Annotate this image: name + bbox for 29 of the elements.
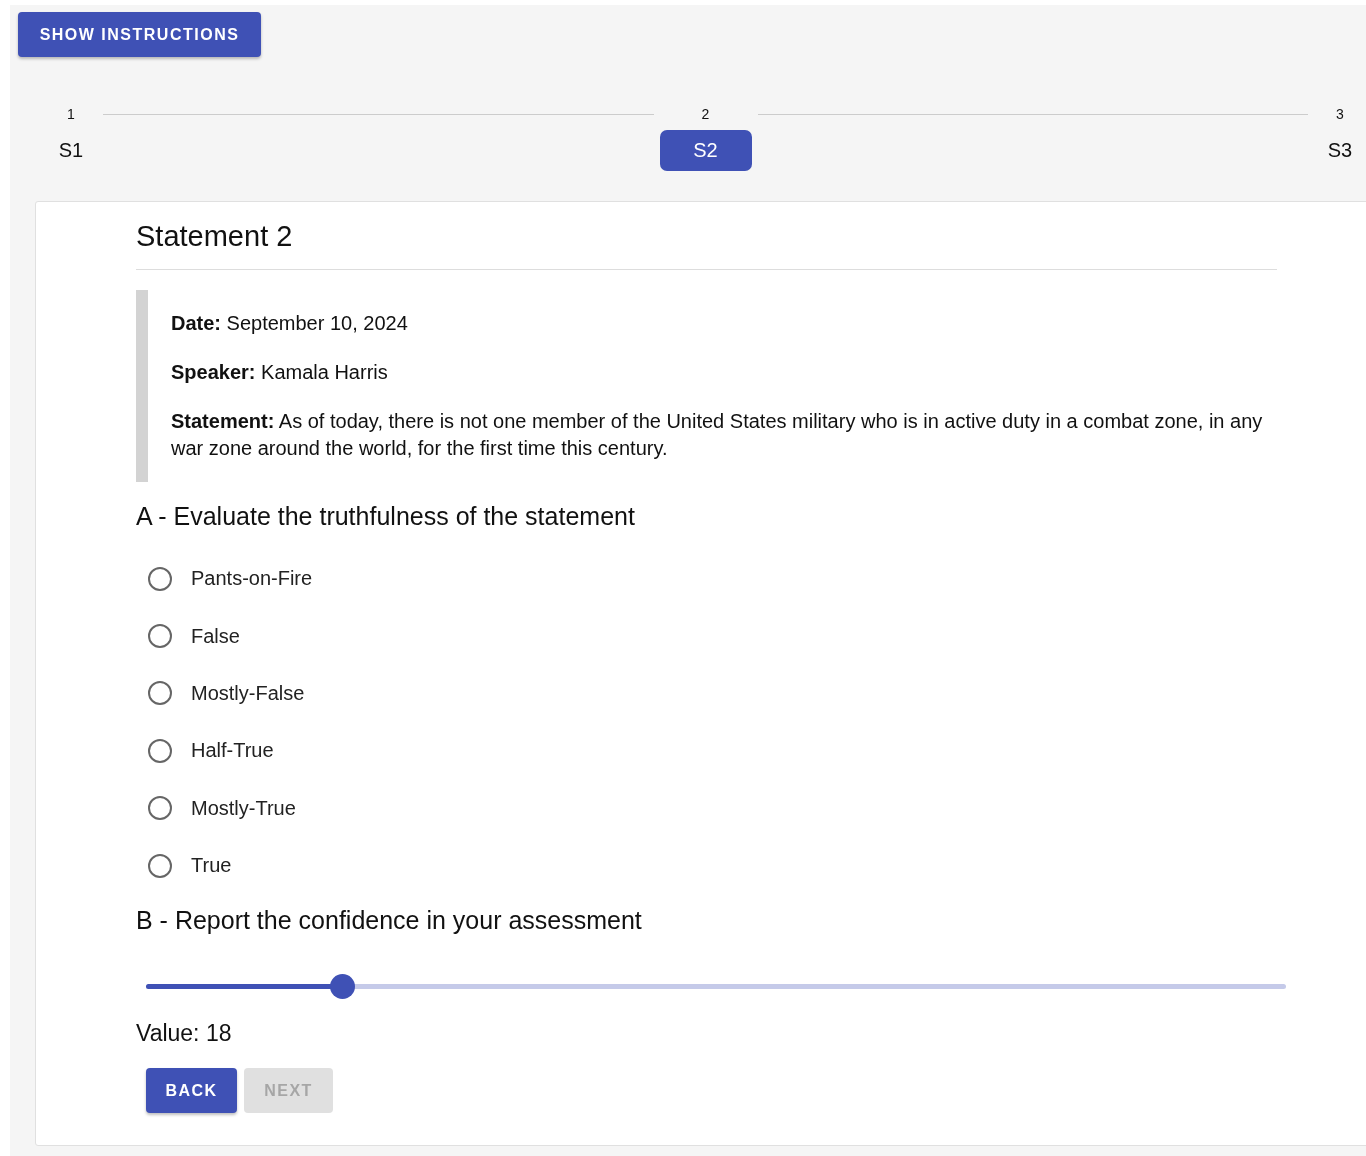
option-label: Mostly-True [191, 796, 296, 820]
step-number: 2 [701, 105, 710, 124]
value-text: Value: 18 [136, 1019, 233, 1049]
back-button[interactable]: BACK [146, 1068, 237, 1114]
question-title: A - Evaluate the truthfulness of the statement [136, 501, 636, 532]
show-instructions-button[interactable]: SHOW INSTRUCTIONS [18, 12, 261, 57]
statement-detail: Date: September 10, 2024 [171, 311, 409, 336]
radio-button[interactable] [148, 738, 172, 763]
step-tab[interactable]: S3 [1319, 130, 1361, 171]
radio-button[interactable] [148, 681, 172, 706]
slider-thumb[interactable] [330, 973, 356, 999]
step-tab[interactable]: S2 [659, 130, 752, 171]
option-label: False [191, 624, 240, 648]
option-label: True [191, 854, 232, 878]
step-tab[interactable]: S1 [50, 130, 92, 171]
radio-button[interactable] [148, 624, 172, 649]
option-label: Mostly-False [191, 681, 305, 705]
radio-button[interactable] [148, 853, 172, 878]
radio-button[interactable] [148, 796, 172, 821]
statement-title: Statement 2 [136, 219, 294, 254]
statement-detail: Statement: As of today, there is not one member of the United States military who is in active duty in a combat zone, in any war zone around the world, for the first time this century. [171, 409, 1264, 461]
question-title: B - Report the confidence in your assessment [136, 905, 643, 937]
step-number: 1 [67, 105, 75, 124]
option-label: Pants-on-Fire [191, 567, 313, 591]
radio-button[interactable] [148, 566, 172, 591]
option-label: Half-True [191, 739, 274, 763]
confidence-slider[interactable] [146, 974, 1286, 999]
step-number: 3 [1336, 105, 1344, 124]
statement-detail: Speaker: Kamala Harris [171, 360, 389, 385]
